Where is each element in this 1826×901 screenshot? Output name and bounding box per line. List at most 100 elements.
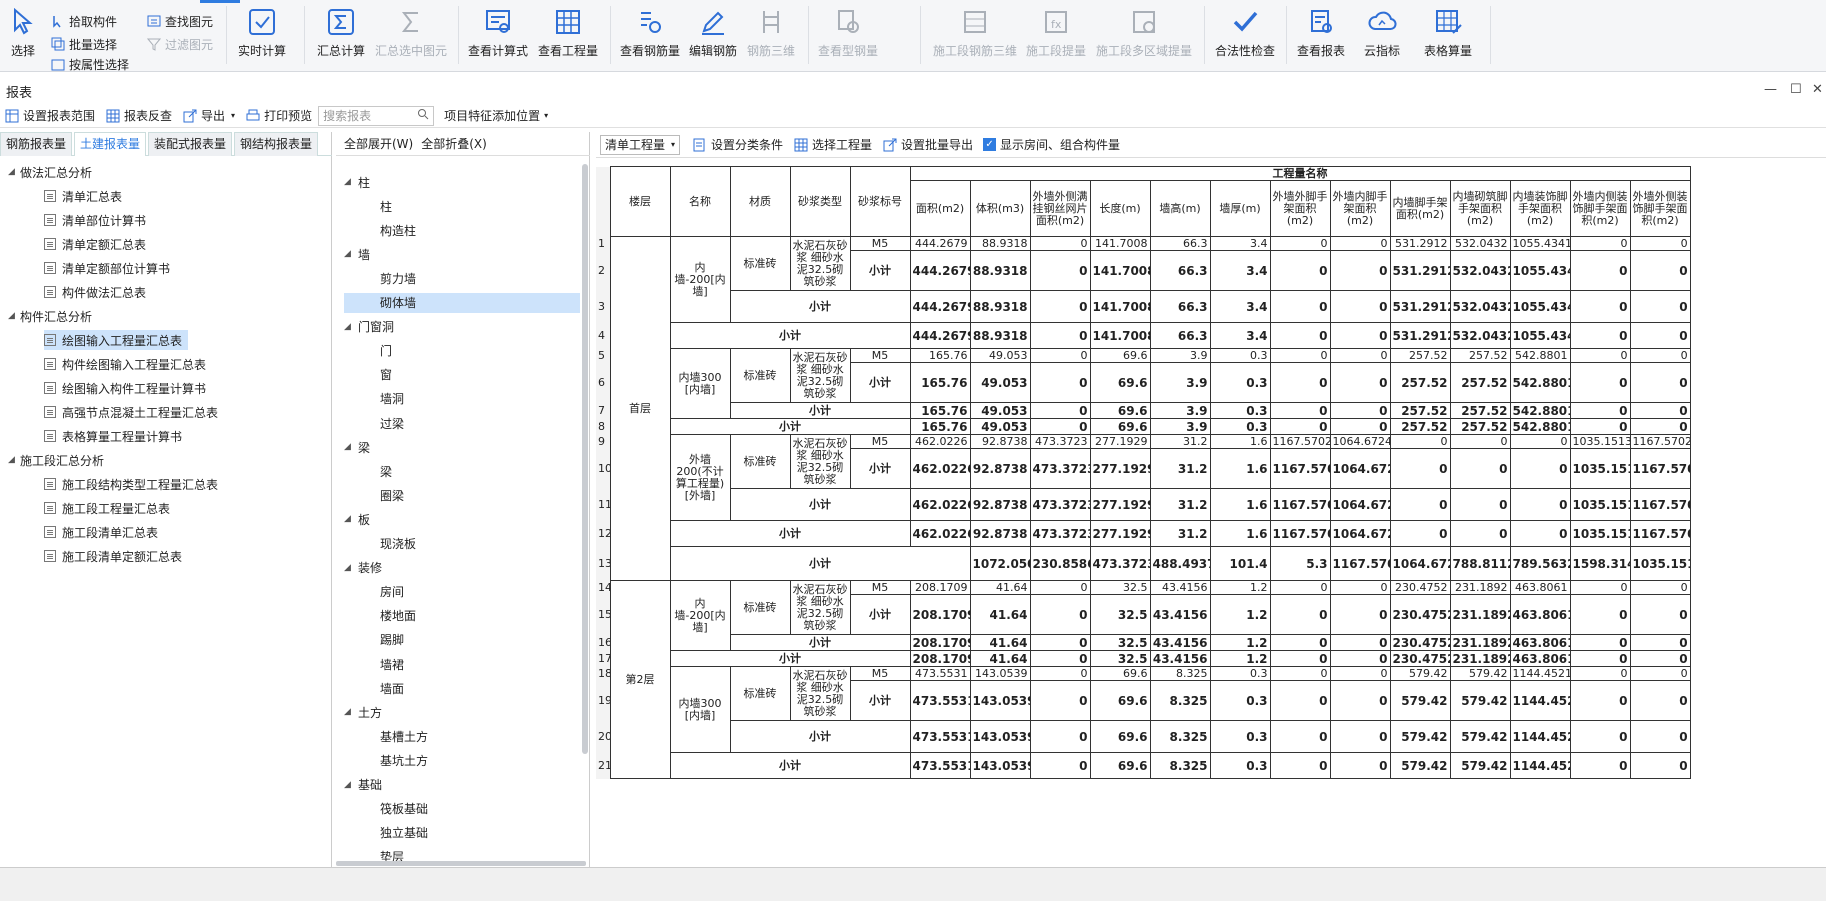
qty-cell[interactable]: 230.4752 — [1389, 594, 1451, 635]
qty-cell[interactable]: 0 — [1329, 418, 1391, 435]
qty-cell[interactable]: 257.52 — [1389, 348, 1451, 363]
name-cell[interactable]: 内墙300 [内墙] — [669, 666, 731, 753]
summary-calc-button[interactable]: 汇总计算 — [314, 4, 368, 68]
qty-cell[interactable]: 0 — [1569, 418, 1631, 435]
qty-cell[interactable]: 0 — [1629, 594, 1691, 635]
component-item[interactable]: 墙洞 — [344, 389, 580, 409]
qty-cell[interactable]: 165.76 — [909, 418, 971, 435]
qty-cell[interactable]: 473.3723 — [1029, 520, 1091, 547]
mortar-grade-cell[interactable]: M5 — [849, 580, 911, 595]
qty-cell[interactable]: 1.2 — [1209, 594, 1271, 635]
qty-cell[interactable]: 0 — [1629, 634, 1691, 651]
qty-cell[interactable]: 231.1892 — [1449, 594, 1511, 635]
qty-cell[interactable]: 143.0539 — [969, 720, 1031, 753]
tree-item-report[interactable]: 构件绘图输入工程量汇总表 — [44, 354, 212, 374]
qty-cell[interactable]: 0 — [1269, 322, 1331, 349]
floor-cell[interactable]: 第2层 — [609, 580, 671, 779]
tree-item-report[interactable]: 绘图输入构件工程量计算书 — [44, 378, 212, 398]
qty-cell[interactable]: 31.2 — [1149, 448, 1211, 489]
qty-cell[interactable]: 0 — [1629, 580, 1691, 595]
qty-cell[interactable]: 32.5 — [1089, 634, 1151, 651]
table-calc-button[interactable]: 表格算量 — [1420, 4, 1476, 68]
qty-cell[interactable]: 0 — [1629, 290, 1691, 323]
qty-cell[interactable]: 8.325 — [1149, 752, 1211, 779]
table-row[interactable]: 21 小计 473.5531 143.0539 0 69.6 8.325 0.3 0 0 579.4… — [596, 752, 1691, 779]
mortar-grade-cell[interactable]: M5 — [849, 666, 911, 681]
qty-cell[interactable]: 88.9318 — [969, 250, 1031, 291]
qty-cell[interactable]: 231.1892 — [1449, 650, 1511, 667]
qty-cell[interactable]: 32.5 — [1089, 650, 1151, 667]
table-row[interactable]: 4 小计 444.2679 88.9318 0 141.7008 66.3 3.4 0 0 531.… — [596, 322, 1691, 349]
qty-cell[interactable]: 143.0539 — [969, 680, 1031, 721]
qty-cell[interactable]: 0 — [1569, 322, 1631, 349]
stage-extract-button[interactable]: fx 施工段提量 — [1024, 4, 1088, 68]
table-row[interactable]: 3 小计 444.2679 88.9318 0 141.7008 66.3 3.4 0 0 531.… — [596, 290, 1691, 323]
component-group[interactable]: ◢ 基础 — [344, 775, 580, 795]
subtotal-cell[interactable]: 小计 — [729, 290, 911, 323]
qty-cell[interactable]: 1167.5702 — [1629, 520, 1691, 547]
qty-cell[interactable]: 531.2912 — [1389, 290, 1451, 323]
table-row[interactable]: 1 首层 内墙-200[内墙] 标准砖 水泥石灰砂浆 细砂水泥32.5砌筑砂浆 M5 444… — [596, 236, 1691, 581]
qty-cell[interactable]: 0 — [1269, 594, 1331, 635]
component-item[interactable]: 圈梁 — [344, 485, 580, 505]
subtotal-cell[interactable]: 小计 — [849, 594, 911, 635]
tree-group[interactable]: ◢ 施工段汇总分析 — [8, 450, 104, 470]
qty-cell[interactable]: 69.6 — [1089, 720, 1151, 753]
qty-cell[interactable]: 69.6 — [1089, 752, 1151, 779]
qty-cell[interactable]: 542.8801 — [1509, 418, 1571, 435]
component-group[interactable]: ◢ 梁 — [344, 437, 580, 457]
qty-cell[interactable]: 1144.4521 — [1509, 680, 1571, 721]
qty-cell[interactable]: 1.6 — [1209, 488, 1271, 521]
table-row[interactable]: 7 小计 165.76 49.053 0 69.6 3.9 0.3 0 0 257.52 257.52… — [596, 402, 1691, 419]
qty-cell[interactable]: 1055.4341 — [1509, 290, 1571, 323]
qty-cell[interactable]: 0 — [1389, 448, 1451, 489]
tree-item-report[interactable]: 高强节点混凝土工程量汇总表 — [44, 402, 224, 422]
qty-cell[interactable]: 0 — [1629, 720, 1691, 753]
qty-cell[interactable]: 1035.1513 — [1569, 488, 1631, 521]
qty-cell[interactable]: 462.0226 — [909, 448, 971, 489]
add-position-dropdown[interactable]: 项目特征添加位置 ▾ — [444, 107, 548, 124]
qty-cell[interactable]: 1.2 — [1209, 634, 1271, 651]
qty-cell[interactable]: 789.5632 — [1509, 546, 1571, 581]
qty-cell[interactable]: 0 — [1329, 580, 1391, 595]
subtotal-cell[interactable]: 小计 — [669, 546, 971, 581]
qty-cell[interactable]: 88.9318 — [969, 290, 1031, 323]
cloud-index-button[interactable]: 云指标 — [1360, 4, 1404, 68]
qty-cell[interactable]: 69.6 — [1089, 680, 1151, 721]
qty-cell[interactable]: 0 — [1269, 348, 1331, 363]
qty-cell[interactable]: 473.3723 — [1029, 448, 1091, 489]
expand-all-button[interactable]: 全部展开(W) — [344, 135, 413, 152]
qty-cell[interactable]: 0 — [1329, 362, 1391, 403]
qty-cell[interactable]: 230.4752 — [1389, 650, 1451, 667]
qty-cell[interactable]: 141.7008 — [1089, 236, 1151, 251]
qty-cell[interactable]: 49.053 — [969, 402, 1031, 419]
qty-cell[interactable]: 43.4156 — [1149, 594, 1211, 635]
qty-cell[interactable]: 0.3 — [1209, 680, 1271, 721]
qty-cell[interactable]: 69.6 — [1089, 348, 1151, 363]
qty-cell[interactable]: 0 — [1029, 250, 1091, 291]
qty-cell[interactable]: 0 — [1509, 434, 1571, 449]
qty-cell[interactable]: 0 — [1329, 752, 1391, 779]
qty-cell[interactable]: 41.64 — [969, 650, 1031, 667]
qty-cell[interactable]: 542.8801 — [1509, 362, 1571, 403]
column-header[interactable]: 内墙砌筑脚手架面积(m2) — [1449, 180, 1511, 237]
mortar-type-cell[interactable]: 水泥石灰砂浆 细砂水泥32.5砌筑砂浆 — [789, 434, 851, 489]
qty-cell[interactable]: 0 — [1569, 634, 1631, 651]
name-cell[interactable]: 内墙300 [内墙] — [669, 348, 731, 419]
qty-cell[interactable]: 0.3 — [1209, 402, 1271, 419]
view-report-button[interactable]: 查看报表 — [1294, 4, 1348, 68]
qty-cell[interactable]: 141.7008 — [1089, 250, 1151, 291]
subtotal-cell[interactable]: 小计 — [669, 322, 911, 349]
component-item[interactable]: 剪力墙 — [344, 268, 580, 288]
tree-group[interactable]: ◢ 构件汇总分析 — [8, 306, 92, 326]
qty-cell[interactable]: 473.5531 — [909, 680, 971, 721]
qty-cell[interactable]: 69.6 — [1089, 666, 1151, 681]
qty-cell[interactable]: 0 — [1629, 348, 1691, 363]
horizontal-scrollbar[interactable] — [336, 861, 586, 866]
qty-cell[interactable]: 208.1709 — [909, 594, 971, 635]
component-group[interactable]: ◢ 板 — [344, 509, 580, 529]
qty-cell[interactable]: 473.3723 — [1029, 488, 1091, 521]
subtotal-cell[interactable]: 小计 — [729, 402, 911, 419]
qty-cell[interactable]: 0 — [1029, 580, 1091, 595]
component-item[interactable]: 基坑土方 — [344, 750, 580, 770]
